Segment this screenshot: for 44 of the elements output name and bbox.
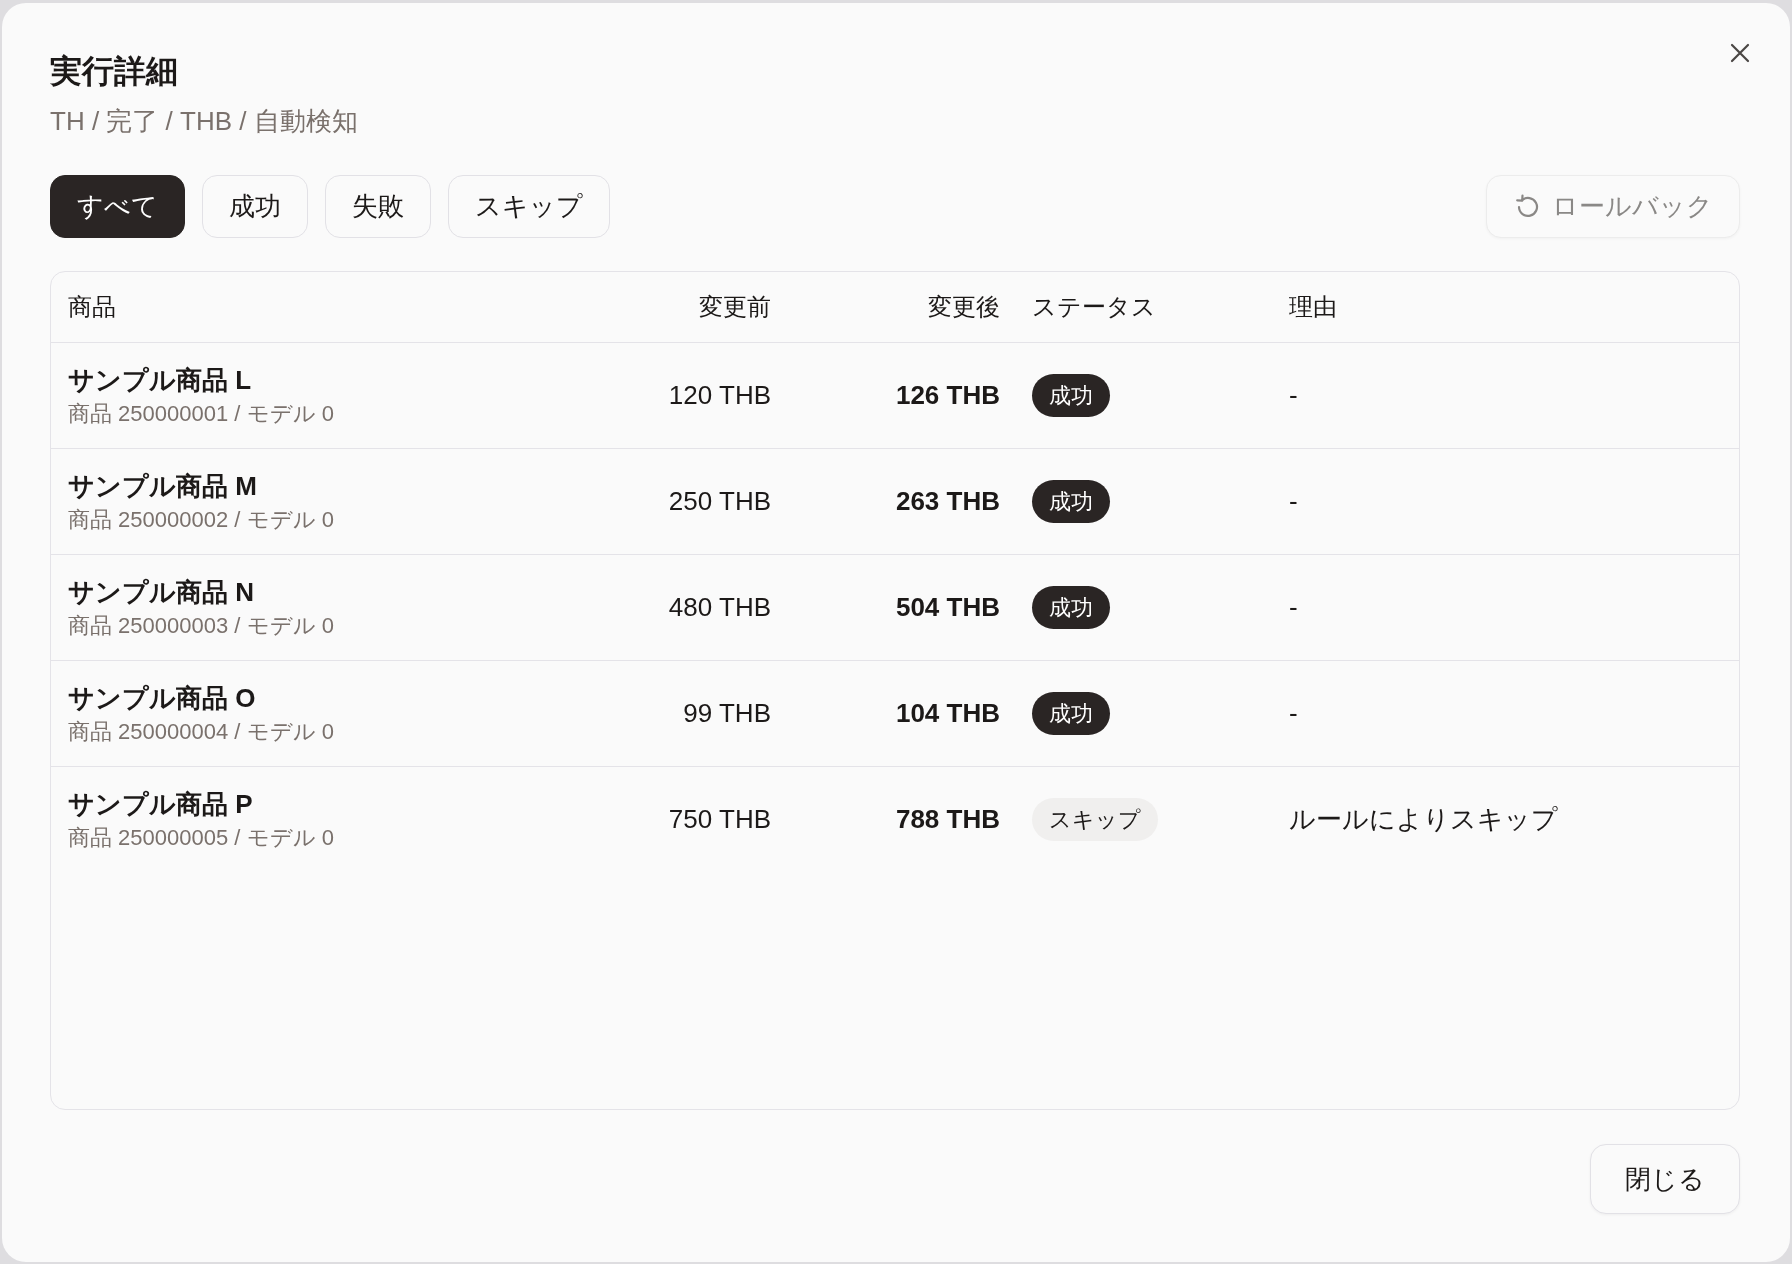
reason-text: -: [1289, 380, 1298, 410]
column-header: 変更後: [928, 293, 1000, 320]
dialog-subtitle: TH / 完了 / THB / 自動検知: [50, 105, 358, 138]
status-badge: 成功: [1032, 374, 1110, 417]
price-before: 99 THB: [683, 698, 771, 728]
column-header: 理由: [1289, 293, 1337, 320]
product-name: サンプル商品 P: [68, 787, 253, 820]
column-header: ステータス: [1032, 293, 1156, 320]
price-before: 120 THB: [668, 380, 771, 410]
close-dialog-button[interactable]: 閉じる: [1590, 1144, 1740, 1214]
reason-text: -: [1289, 592, 1298, 622]
price-after: 504 THB: [895, 592, 1000, 622]
reason-text: -: [1289, 486, 1298, 516]
product-detail: 商品 250000005 / モデル 0: [68, 823, 334, 852]
product-detail: 商品 250000004 / モデル 0: [68, 717, 334, 746]
status-badge: スキップ: [1032, 798, 1158, 841]
reason-text: -: [1289, 698, 1298, 728]
filter-tab[interactable]: 成功: [202, 175, 308, 238]
product-name: サンプル商品 N: [68, 575, 254, 608]
product-name: サンプル商品 O: [68, 681, 256, 714]
price-after: 104 THB: [895, 698, 1000, 728]
filter-tab[interactable]: すべて: [50, 175, 185, 238]
price-after: 126 THB: [895, 380, 1000, 410]
price-after: 263 THB: [895, 486, 1000, 516]
dialog-title: 実行詳細: [50, 52, 178, 91]
close-button[interactable]: [1728, 41, 1752, 65]
price-before: 750 THB: [668, 804, 771, 834]
column-header: 商品: [68, 293, 116, 320]
product-name: サンプル商品 L: [68, 363, 252, 396]
status-badge: 成功: [1032, 586, 1110, 629]
product-name: サンプル商品 M: [68, 469, 257, 502]
column-header: 変更前: [699, 293, 771, 320]
product-detail: 商品 250000002 / モデル 0: [68, 505, 334, 534]
price-before: 250 THB: [668, 486, 771, 516]
filter-tab[interactable]: スキップ: [448, 175, 610, 238]
price-after: 788 THB: [895, 804, 1000, 834]
status-badge: 成功: [1032, 692, 1110, 735]
reason-text: ルールによりスキップ: [1289, 804, 1558, 834]
status-badge: 成功: [1032, 480, 1110, 523]
product-detail: 商品 250000001 / モデル 0: [68, 399, 334, 428]
filter-tab[interactable]: 失敗: [325, 175, 431, 238]
close-icon: [1728, 41, 1752, 65]
product-detail: 商品 250000003 / モデル 0: [68, 611, 334, 640]
price-before: 480 THB: [668, 592, 771, 622]
